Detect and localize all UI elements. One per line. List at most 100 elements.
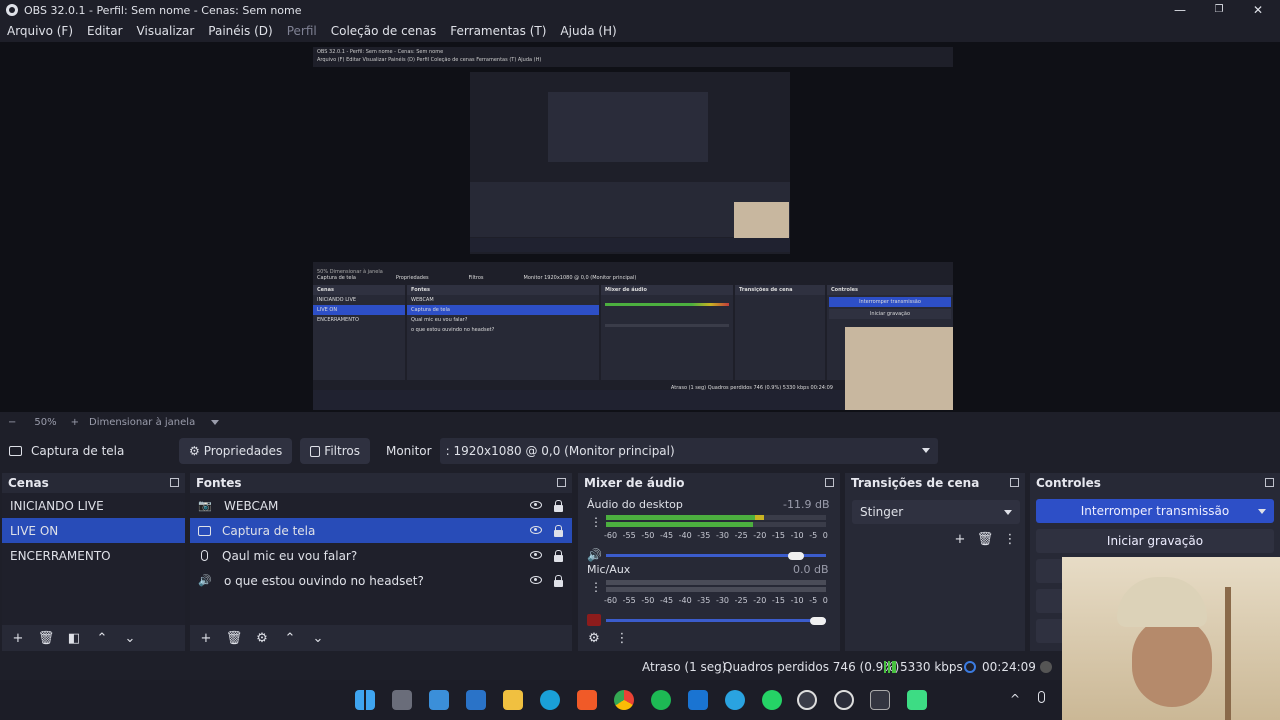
menu-view[interactable]: Visualizar (130, 24, 202, 38)
move-up-icon[interactable]: ⌃ (92, 628, 112, 648)
menu-scene-collection[interactable]: Coleção de cenas (324, 24, 444, 38)
source-item[interactable]: Captura de tela (190, 518, 572, 543)
folder-icon[interactable] (503, 690, 523, 710)
kebab-menu-icon[interactable]: ⋮ (612, 628, 632, 648)
properties-button[interactable]: ⚙ Propriedades (179, 438, 293, 464)
outlook-icon[interactable] (688, 690, 708, 710)
minimize-button[interactable]: — (1160, 0, 1200, 20)
windows-start-icon[interactable] (355, 690, 375, 710)
close-button[interactable]: ✕ (1238, 0, 1278, 20)
selected-source-name: Captura de tela (31, 444, 125, 458)
chevron-up-icon[interactable]: ^ (1010, 692, 1020, 706)
scene-item[interactable]: INICIANDO LIVE (2, 493, 185, 518)
add-scene-button[interactable]: + (8, 628, 28, 648)
undock-icon[interactable] (1265, 478, 1274, 487)
fit-to-window-button[interactable]: Dimensionar à janela (89, 417, 195, 428)
menu-tools[interactable]: Ferramentas (T) (443, 24, 553, 38)
terminal-icon[interactable] (870, 690, 890, 710)
eye-icon[interactable] (530, 551, 542, 559)
meter-scale: -60 -55 -50 -45 -40 -35 -30 -25 -20 -15 -10 -5 0 (604, 596, 828, 605)
scene-item[interactable]: ENCERRAMENTO (2, 543, 185, 568)
source-item[interactable]: 🔊 o que estou ouvindo no headset? (190, 568, 572, 593)
source-item[interactable]: Qaul mic eu vou falar? (190, 543, 572, 568)
scene-filters-icon[interactable]: ◧ (64, 628, 84, 648)
trash-icon[interactable]: 🗑 (975, 529, 995, 549)
move-down-icon[interactable]: ⌄ (308, 628, 328, 648)
lock-icon[interactable] (554, 525, 563, 537)
menu-edit[interactable]: Editar (80, 24, 130, 38)
gear-icon[interactable]: ⚙ (252, 628, 272, 648)
trash-icon[interactable]: 🗑 (36, 628, 56, 648)
add-transition-button[interactable]: + (950, 529, 970, 549)
transition-select[interactable]: Stinger (852, 500, 1020, 524)
calculator-icon[interactable] (392, 690, 412, 710)
lock-icon[interactable] (554, 500, 563, 512)
meter-tick-label: -30 (715, 531, 730, 540)
scenes-list: INICIANDO LIVE LIVE ON ENCERRAMENTO (2, 493, 185, 625)
meter-scale: -60 -55 -50 -45 -40 -35 -30 -25 -20 -15 -10 -5 0 (604, 531, 828, 540)
gear-icon[interactable]: ⚙ (584, 628, 604, 648)
move-up-icon[interactable]: ⌃ (280, 628, 300, 648)
android-icon[interactable] (907, 690, 927, 710)
undock-icon[interactable] (170, 478, 179, 487)
channel-db: 0.0 dB (793, 563, 829, 576)
volume-slider[interactable] (606, 619, 826, 622)
zoom-in-button[interactable]: + (71, 417, 79, 428)
source-item[interactable]: 📷 WEBCAM (190, 493, 572, 518)
microphone-icon (201, 550, 208, 561)
volume-slider-handle[interactable] (788, 552, 804, 560)
eye-icon[interactable] (530, 501, 542, 509)
chrome-icon[interactable] (614, 690, 634, 710)
edge-icon[interactable] (540, 690, 560, 710)
filters-button[interactable]: Filtros (300, 438, 370, 464)
chevron-down-icon[interactable] (1258, 509, 1266, 514)
obs-icon[interactable] (797, 690, 817, 710)
meter-tick-label: -25 (734, 531, 748, 540)
undock-icon[interactable] (1010, 478, 1019, 487)
meter-tick-label: -55 (622, 596, 636, 605)
zoom-out-button[interactable]: − (8, 417, 16, 428)
start-recording-button[interactable]: Iniciar gravação (1036, 529, 1274, 553)
spotify-icon[interactable] (651, 690, 671, 710)
delay-status: Atraso (1 seg) (642, 660, 727, 674)
store-icon[interactable] (466, 690, 486, 710)
meter-tick-label: -50 (641, 596, 655, 605)
menu-file[interactable]: Arquivo (F) (0, 24, 80, 38)
media-player-icon[interactable] (834, 690, 854, 710)
nested-screen-capture: OBS 32.0.1 - Perfil: Sem nome - Cenas: S… (313, 47, 953, 410)
kebab-menu-icon[interactable]: ⋮ (590, 580, 602, 594)
menu-docks[interactable]: Painéis (D) (201, 24, 279, 38)
meter-tick-label: -20 (753, 531, 767, 540)
brave-icon[interactable] (577, 690, 597, 710)
scene-item[interactable]: LIVE ON (2, 518, 185, 543)
eye-icon[interactable] (530, 526, 542, 534)
telegram-icon[interactable] (725, 690, 745, 710)
filter-icon (310, 445, 321, 457)
nested-source-item: WEBCAM (411, 297, 434, 303)
kebab-menu-icon[interactable]: ⋮ (590, 515, 602, 529)
kebab-menu-icon[interactable]: ⋮ (1000, 529, 1020, 549)
add-source-button[interactable]: + (196, 628, 216, 648)
preview-canvas[interactable]: OBS 32.0.1 - Perfil: Sem nome - Cenas: S… (0, 42, 1280, 412)
maximize-button[interactable]: ❐ (1199, 0, 1239, 20)
move-down-icon[interactable]: ⌄ (120, 628, 140, 648)
undock-icon[interactable] (825, 478, 834, 487)
stop-streaming-button[interactable]: Interromper transmissão (1036, 499, 1274, 523)
nested-source-label: Captura de tela (317, 275, 356, 281)
zoom-dropdown-icon[interactable] (211, 419, 220, 425)
speaker-icon[interactable]: 🔊 (587, 548, 602, 562)
lock-icon[interactable] (554, 550, 563, 562)
whatsapp-icon[interactable] (762, 690, 782, 710)
record-icon (1040, 661, 1052, 673)
notepad-icon[interactable] (429, 690, 449, 710)
level-meter (606, 587, 826, 592)
eye-icon[interactable] (530, 576, 542, 584)
volume-slider-handle[interactable] (810, 617, 826, 625)
undock-icon[interactable] (557, 478, 566, 487)
trash-icon[interactable]: 🗑 (224, 628, 244, 648)
monitor-select[interactable]: : 1920x1080 @ 0,0 (Monitor principal) (439, 438, 938, 464)
microphone-icon[interactable] (1038, 691, 1045, 703)
window-title: OBS 32.0.1 - Perfil: Sem nome - Cenas: S… (24, 3, 302, 17)
menu-help[interactable]: Ajuda (H) (553, 24, 623, 38)
lock-icon[interactable] (554, 575, 563, 587)
